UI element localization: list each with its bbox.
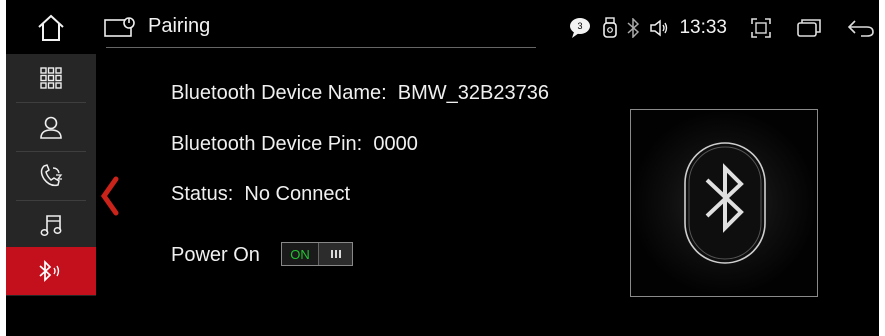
pairing-screen-icon: [104, 16, 135, 37]
contact-icon: [40, 116, 62, 139]
device-name-label: Bluetooth Device Name:: [171, 82, 387, 104]
sidebar-item-phone[interactable]: [6, 152, 96, 200]
status-bar: Pairing 3 13:33: [100, 6, 879, 50]
home-icon: [38, 14, 64, 41]
phone-call-icon: [40, 164, 63, 187]
bluetooth-logo-icon: [631, 110, 817, 296]
home-button[interactable]: [6, 6, 96, 50]
sidebar-item-music[interactable]: [6, 201, 96, 249]
status-icons: 3 13:33: [569, 12, 879, 44]
device-pin-label: Bluetooth Device Pin:: [171, 133, 363, 155]
bluetooth-audio-icon: [39, 259, 60, 283]
power-toggle-state: ON: [282, 243, 319, 265]
fullscreen-icon[interactable]: [751, 18, 771, 38]
usb-drive-icon: [603, 17, 618, 39]
chevron-left-icon: [100, 176, 119, 216]
title-area: Pairing: [104, 15, 210, 38]
sidebar-item-bluetooth[interactable]: [6, 247, 96, 295]
power-toggle[interactable]: ON: [281, 242, 353, 266]
clock: 13:33: [679, 17, 727, 38]
message-count: 3: [578, 21, 583, 31]
title-underline: [106, 47, 536, 48]
sidebar-item-apps[interactable]: [6, 54, 96, 102]
music-icon: [40, 215, 62, 237]
back-icon[interactable]: [847, 18, 875, 38]
sidebar: [6, 54, 96, 296]
device-name-value: BMW_32B23736: [397, 82, 549, 104]
volume-icon[interactable]: [649, 19, 669, 37]
device-pin-row: Bluetooth Device Pin: 0000: [171, 133, 418, 156]
toggle-knob[interactable]: [319, 243, 352, 265]
sidebar-item-contacts[interactable]: [6, 103, 96, 151]
device-name-row: Bluetooth Device Name: BMW_32B23736: [171, 82, 549, 105]
status-row: Status: No Connect: [171, 183, 350, 206]
power-label: Power On: [171, 244, 260, 266]
screen-bezel-right: [879, 0, 885, 336]
bluetooth-logo-panel: [630, 109, 818, 297]
grip-lines-icon: [330, 250, 341, 258]
page-title: Pairing: [148, 15, 211, 37]
device-pin-value: 0000: [373, 133, 418, 155]
status-label: Status:: [171, 183, 234, 205]
apps-grid-icon: [40, 67, 62, 89]
recent-apps-icon[interactable]: [797, 18, 821, 38]
message-notification-icon[interactable]: 3: [569, 17, 593, 39]
previous-page-button[interactable]: [99, 176, 121, 216]
bluetooth-status-icon: [627, 18, 640, 38]
status-value: No Connect: [244, 183, 351, 205]
